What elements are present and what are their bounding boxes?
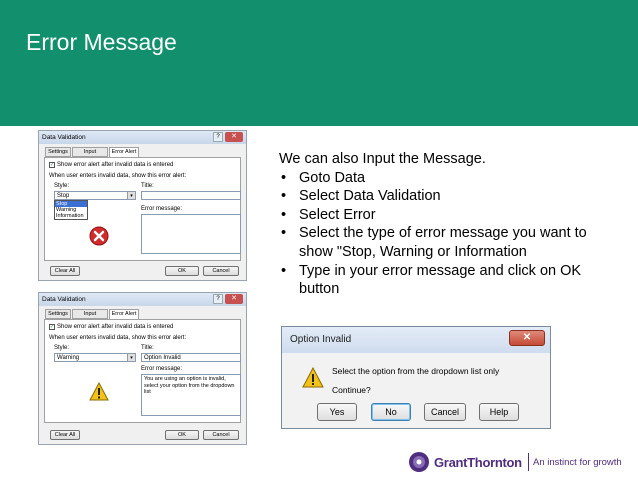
style-label: Style: (54, 345, 70, 351)
tab-input-message[interactable]: Input Message (72, 147, 108, 163)
data-validation-dialog-warning: Data Validation ? ✕ Settings Input Messa… (38, 292, 247, 445)
title-label: Title: (141, 183, 154, 189)
no-button[interactable]: No (371, 403, 411, 421)
tab-input-message[interactable]: Input Message (72, 309, 108, 325)
error-alert-panel: ✓ Show error alert after invalid data is… (44, 157, 241, 261)
yes-button[interactable]: Yes (317, 403, 357, 421)
show-alert-label: Show error alert after invalid data is e… (57, 162, 174, 168)
style-select-value: Warning (57, 355, 80, 361)
style-dropdown-list: Stop Warning Information (54, 200, 88, 220)
title-input[interactable]: Option Invalid (141, 353, 241, 362)
grant-thornton-mark-icon (409, 452, 429, 472)
alert-titlebar: Option Invalid ✕ (282, 327, 550, 353)
error-message-label: Error message: (141, 366, 183, 372)
title-input[interactable] (141, 191, 241, 200)
alert-message: Select the option from the dropdown list… (332, 366, 500, 376)
warning-icon (302, 367, 324, 388)
cancel-button[interactable]: Cancel (203, 430, 239, 440)
header-band: Error Message (0, 0, 638, 126)
logo-brand: GrantThornton (434, 455, 522, 470)
style-select-value: Stop (57, 193, 70, 199)
instruction-step: Select the type of error message you wan… (279, 224, 609, 261)
instruction-step: Select Data Validation (279, 187, 609, 206)
title-input-value: Option Invalid (144, 355, 181, 361)
style-select[interactable]: Stop ▾ (54, 191, 136, 200)
close-icon[interactable]: ✕ (509, 330, 545, 346)
chevron-down-icon[interactable]: ▾ (127, 192, 135, 199)
dialog-titlebar: Data Validation ? ✕ (39, 131, 246, 144)
stop-error-icon (89, 226, 109, 246)
close-icon[interactable]: ✕ (225, 132, 243, 142)
data-validation-dialog-stop: Data Validation ? ✕ Settings Input Messa… (38, 130, 247, 281)
style-select[interactable]: Warning ▾ (54, 353, 136, 362)
clear-all-button[interactable]: Clear All (50, 266, 80, 276)
help-button[interactable]: Help (479, 403, 519, 421)
logo-separator (528, 453, 529, 471)
instruction-step: Goto Data (279, 169, 609, 188)
instruction-step: Select Error (279, 206, 609, 225)
error-alert-panel: ✓ Show error alert after invalid data is… (44, 319, 241, 423)
when-label: When user enters invalid data, show this… (49, 335, 187, 341)
option-invalid-dialog: Option Invalid ✕ Select the option from … (281, 326, 551, 429)
warning-icon (89, 382, 109, 401)
title-label: Title: (141, 345, 154, 351)
when-label: When user enters invalid data, show this… (49, 173, 187, 179)
chevron-down-icon[interactable]: ▾ (127, 354, 135, 361)
show-alert-checkbox[interactable]: ✓ (49, 162, 55, 168)
error-message-textarea[interactable] (141, 214, 241, 254)
error-message-value: You are using an option is invalid, sele… (144, 376, 235, 395)
clear-all-button[interactable]: Clear All (50, 430, 80, 440)
help-icon[interactable]: ? (213, 132, 223, 142)
tab-settings[interactable]: Settings (45, 309, 71, 319)
slide-title: Error Message (26, 29, 177, 55)
logo-tagline: An instinct for growth (533, 457, 622, 468)
close-icon[interactable]: ✕ (225, 294, 243, 304)
dialog-titlebar: Data Validation ? ✕ (39, 293, 246, 306)
show-alert-label: Show error alert after invalid data is e… (57, 324, 174, 330)
ok-button[interactable]: OK (165, 430, 199, 440)
show-alert-checkbox[interactable]: ✓ (49, 324, 55, 330)
dialog-title: Data Validation (42, 134, 86, 141)
help-icon[interactable]: ? (213, 294, 223, 304)
dialog-title: Data Validation (42, 296, 86, 303)
grant-thornton-logo: GrantThornton An instinct for growth (408, 450, 638, 476)
instructions-intro: We can also Input the Message. (279, 151, 486, 167)
cancel-button[interactable]: Cancel (203, 266, 239, 276)
cancel-button[interactable]: Cancel (424, 403, 466, 421)
instructions: We can also Input the Message. Goto Data… (279, 150, 609, 299)
instruction-step: Type in your error message and click on … (279, 262, 609, 299)
error-message-label: Error message: (141, 206, 183, 212)
style-label: Style: (54, 183, 70, 189)
alert-title: Option Invalid (290, 334, 352, 345)
ok-button[interactable]: OK (165, 266, 199, 276)
alert-continue-prompt: Continue? (332, 385, 371, 395)
style-option-information[interactable]: Information (55, 213, 87, 219)
error-message-textarea[interactable]: You are using an option is invalid, sele… (141, 374, 241, 416)
instructions-list: Goto Data Select Data Validation Select … (279, 169, 609, 299)
tab-settings[interactable]: Settings (45, 147, 71, 157)
